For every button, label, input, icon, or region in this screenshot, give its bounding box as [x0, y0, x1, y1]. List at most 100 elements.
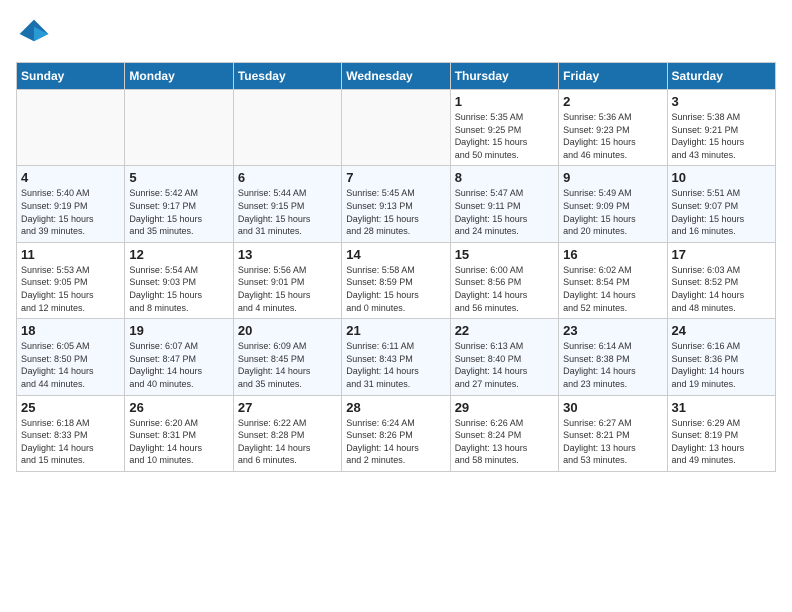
calendar-cell: 13 Sunrise: 5:56 AM Sunset: 9:01 PM Dayli… — [233, 242, 341, 318]
calendar-week-row: 18 Sunrise: 6:05 AM Sunset: 8:50 PM Dayli… — [17, 319, 776, 395]
calendar-cell: 15 Sunrise: 6:00 AM Sunset: 8:56 PM Dayli… — [450, 242, 558, 318]
calendar-cell: 8Sunrise: 5:47 AM Sunset: 9:11 PM Daylig… — [450, 166, 558, 242]
day-number: 1 — [455, 94, 554, 109]
day-number: 17 — [672, 247, 771, 262]
day-number: 29 — [455, 400, 554, 415]
calendar-cell: 6 Sunrise: 5:44 AM Sunset: 9:15 PM Daylig… — [233, 166, 341, 242]
column-header-saturday: Saturday — [667, 63, 775, 90]
calendar-week-row: 1 Sunrise: 5:35 AM Sunset: 9:25 PM Daylig… — [17, 90, 776, 166]
day-detail: Sunrise: 5:58 AM Sunset: 8:59 PM Dayligh… — [346, 264, 445, 314]
calendar-cell: 10 Sunrise: 5:51 AM Sunset: 9:07 PM Dayli… — [667, 166, 775, 242]
day-number: 18 — [21, 323, 120, 338]
calendar-cell: 14 Sunrise: 5:58 AM Sunset: 8:59 PM Dayli… — [342, 242, 450, 318]
calendar-cell: 25 Sunrise: 6:18 AM Sunset: 8:33 PM Dayli… — [17, 395, 125, 471]
calendar-cell: 26 Sunrise: 6:20 AM Sunset: 8:31 PM Dayli… — [125, 395, 233, 471]
column-header-tuesday: Tuesday — [233, 63, 341, 90]
day-detail: Sunrise: 6:18 AM Sunset: 8:33 PM Dayligh… — [21, 417, 120, 467]
day-number: 25 — [21, 400, 120, 415]
calendar-week-row: 25 Sunrise: 6:18 AM Sunset: 8:33 PM Dayli… — [17, 395, 776, 471]
day-number: 8 — [455, 170, 554, 185]
day-number: 9 — [563, 170, 662, 185]
calendar-cell: 9 Sunrise: 5:49 AM Sunset: 9:09 PM Daylig… — [559, 166, 667, 242]
calendar-week-row: 4Sunrise: 5:40 AM Sunset: 9:19 PM Daylig… — [17, 166, 776, 242]
column-header-monday: Monday — [125, 63, 233, 90]
calendar-cell: 17 Sunrise: 6:03 AM Sunset: 8:52 PM Dayli… — [667, 242, 775, 318]
day-detail: Sunrise: 6:02 AM Sunset: 8:54 PM Dayligh… — [563, 264, 662, 314]
day-detail: Sunrise: 6:22 AM Sunset: 8:28 PM Dayligh… — [238, 417, 337, 467]
day-number: 23 — [563, 323, 662, 338]
day-detail: Sunrise: 6:27 AM Sunset: 8:21 PM Dayligh… — [563, 417, 662, 467]
day-detail: Sunrise: 5:45 AM Sunset: 9:13 PM Dayligh… — [346, 187, 445, 237]
day-number: 27 — [238, 400, 337, 415]
day-detail: Sunrise: 6:24 AM Sunset: 8:26 PM Dayligh… — [346, 417, 445, 467]
calendar-table: SundayMondayTuesdayWednesdayThursdayFrid… — [16, 62, 776, 472]
day-number: 24 — [672, 323, 771, 338]
calendar-cell: 29 Sunrise: 6:26 AM Sunset: 8:24 PM Dayli… — [450, 395, 558, 471]
calendar-header-row: SundayMondayTuesdayWednesdayThursdayFrid… — [17, 63, 776, 90]
day-detail: Sunrise: 5:36 AM Sunset: 9:23 PM Dayligh… — [563, 111, 662, 161]
calendar-cell: 20 Sunrise: 6:09 AM Sunset: 8:45 PM Dayli… — [233, 319, 341, 395]
day-detail: Sunrise: 6:00 AM Sunset: 8:56 PM Dayligh… — [455, 264, 554, 314]
calendar-cell: 21 Sunrise: 6:11 AM Sunset: 8:43 PM Dayli… — [342, 319, 450, 395]
calendar-cell: 16 Sunrise: 6:02 AM Sunset: 8:54 PM Dayli… — [559, 242, 667, 318]
day-number: 3 — [672, 94, 771, 109]
calendar-cell: 18 Sunrise: 6:05 AM Sunset: 8:50 PM Dayli… — [17, 319, 125, 395]
day-number: 16 — [563, 247, 662, 262]
day-detail: Sunrise: 6:09 AM Sunset: 8:45 PM Dayligh… — [238, 340, 337, 390]
calendar-cell: 12 Sunrise: 5:54 AM Sunset: 9:03 PM Dayli… — [125, 242, 233, 318]
day-number: 21 — [346, 323, 445, 338]
day-detail: Sunrise: 5:40 AM Sunset: 9:19 PM Dayligh… — [21, 187, 120, 237]
calendar-cell: 2Sunrise: 5:36 AM Sunset: 9:23 PM Daylig… — [559, 90, 667, 166]
day-detail: Sunrise: 6:03 AM Sunset: 8:52 PM Dayligh… — [672, 264, 771, 314]
day-number: 31 — [672, 400, 771, 415]
calendar-cell — [342, 90, 450, 166]
day-detail: Sunrise: 5:35 AM Sunset: 9:25 PM Dayligh… — [455, 111, 554, 161]
day-detail: Sunrise: 5:49 AM Sunset: 9:09 PM Dayligh… — [563, 187, 662, 237]
calendar-cell: 11Sunrise: 5:53 AM Sunset: 9:05 PM Dayli… — [17, 242, 125, 318]
day-number: 10 — [672, 170, 771, 185]
calendar-cell: 28 Sunrise: 6:24 AM Sunset: 8:26 PM Dayli… — [342, 395, 450, 471]
day-detail: Sunrise: 6:11 AM Sunset: 8:43 PM Dayligh… — [346, 340, 445, 390]
day-detail: Sunrise: 6:29 AM Sunset: 8:19 PM Dayligh… — [672, 417, 771, 467]
calendar-cell — [233, 90, 341, 166]
calendar-week-row: 11Sunrise: 5:53 AM Sunset: 9:05 PM Dayli… — [17, 242, 776, 318]
calendar-cell — [125, 90, 233, 166]
day-number: 12 — [129, 247, 228, 262]
calendar-cell: 24 Sunrise: 6:16 AM Sunset: 8:36 PM Dayli… — [667, 319, 775, 395]
day-detail: Sunrise: 5:54 AM Sunset: 9:03 PM Dayligh… — [129, 264, 228, 314]
logo-icon — [16, 16, 52, 52]
day-number: 6 — [238, 170, 337, 185]
column-header-wednesday: Wednesday — [342, 63, 450, 90]
page-header — [16, 16, 776, 52]
calendar-cell: 31 Sunrise: 6:29 AM Sunset: 8:19 PM Dayli… — [667, 395, 775, 471]
column-header-sunday: Sunday — [17, 63, 125, 90]
day-number: 5 — [129, 170, 228, 185]
day-detail: Sunrise: 5:51 AM Sunset: 9:07 PM Dayligh… — [672, 187, 771, 237]
day-number: 14 — [346, 247, 445, 262]
calendar-cell — [17, 90, 125, 166]
day-number: 30 — [563, 400, 662, 415]
calendar-cell: 22 Sunrise: 6:13 AM Sunset: 8:40 PM Dayli… — [450, 319, 558, 395]
day-number: 22 — [455, 323, 554, 338]
day-detail: Sunrise: 6:05 AM Sunset: 8:50 PM Dayligh… — [21, 340, 120, 390]
day-number: 15 — [455, 247, 554, 262]
day-number: 28 — [346, 400, 445, 415]
calendar-cell: 30 Sunrise: 6:27 AM Sunset: 8:21 PM Dayli… — [559, 395, 667, 471]
day-detail: Sunrise: 6:26 AM Sunset: 8:24 PM Dayligh… — [455, 417, 554, 467]
day-detail: Sunrise: 6:16 AM Sunset: 8:36 PM Dayligh… — [672, 340, 771, 390]
column-header-thursday: Thursday — [450, 63, 558, 90]
day-detail: Sunrise: 5:56 AM Sunset: 9:01 PM Dayligh… — [238, 264, 337, 314]
day-detail: Sunrise: 6:20 AM Sunset: 8:31 PM Dayligh… — [129, 417, 228, 467]
day-detail: Sunrise: 5:44 AM Sunset: 9:15 PM Dayligh… — [238, 187, 337, 237]
day-detail: Sunrise: 6:14 AM Sunset: 8:38 PM Dayligh… — [563, 340, 662, 390]
calendar-cell: 4Sunrise: 5:40 AM Sunset: 9:19 PM Daylig… — [17, 166, 125, 242]
calendar-cell: 7Sunrise: 5:45 AM Sunset: 9:13 PM Daylig… — [342, 166, 450, 242]
calendar-cell: 27 Sunrise: 6:22 AM Sunset: 8:28 PM Dayli… — [233, 395, 341, 471]
day-detail: Sunrise: 6:07 AM Sunset: 8:47 PM Dayligh… — [129, 340, 228, 390]
day-detail: Sunrise: 5:38 AM Sunset: 9:21 PM Dayligh… — [672, 111, 771, 161]
day-detail: Sunrise: 6:13 AM Sunset: 8:40 PM Dayligh… — [455, 340, 554, 390]
day-number: 19 — [129, 323, 228, 338]
day-number: 13 — [238, 247, 337, 262]
day-number: 26 — [129, 400, 228, 415]
day-number: 20 — [238, 323, 337, 338]
